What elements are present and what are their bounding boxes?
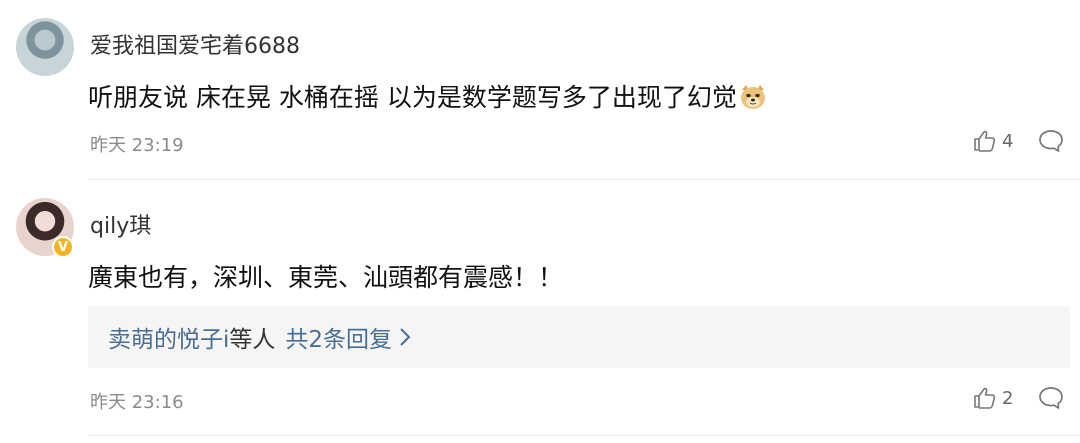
like-button[interactable]: 4 xyxy=(973,130,1013,152)
comment-item: 爱我祖国爱宅着6688 听朋友说 床在晃 水桶在摇 以为是数学题写多了出现了幻觉… xyxy=(0,0,1080,180)
comment-bubble-icon xyxy=(1038,129,1064,153)
avatar[interactable] xyxy=(16,18,74,76)
like-count: 2 xyxy=(1002,387,1014,409)
comment-time: 昨天 23:16 xyxy=(90,392,184,413)
reply-suffix: 等人 xyxy=(229,327,276,353)
divider xyxy=(88,435,1080,436)
like-button[interactable]: 2 xyxy=(973,387,1013,409)
thumbs-up-icon xyxy=(973,387,997,409)
reply-summary[interactable]: 卖萌的悦子i 等人 共2条回复 xyxy=(88,306,1070,368)
comment-text-content: 听朋友说 床在晃 水桶在摇 以为是数学题写多了出现了幻觉 xyxy=(88,83,737,112)
comment-button[interactable] xyxy=(1038,386,1064,410)
comment-text: 廣東也有，深圳、東莞、汕頭都有震感！！ xyxy=(88,263,564,292)
comment-username[interactable]: qily琪 xyxy=(90,208,151,240)
reply-names[interactable]: 卖萌的悦子i xyxy=(108,320,229,354)
comment-text: 听朋友说 床在晃 水桶在摇 以为是数学题写多了出现了幻觉 xyxy=(88,78,767,114)
comment-username[interactable]: 爱我祖国爱宅着6688 xyxy=(90,28,300,60)
like-count: 4 xyxy=(1002,130,1014,152)
chevron-right-icon xyxy=(398,326,412,348)
doge-emoji-icon xyxy=(739,84,767,110)
comment-time: 昨天 23:19 xyxy=(90,135,184,156)
comment-bubble-icon xyxy=(1038,386,1064,410)
reply-count-link[interactable]: 共2条回复 xyxy=(285,320,392,354)
thumbs-up-icon xyxy=(973,130,997,152)
verified-badge: V xyxy=(52,236,74,258)
comment-button[interactable] xyxy=(1038,129,1064,153)
